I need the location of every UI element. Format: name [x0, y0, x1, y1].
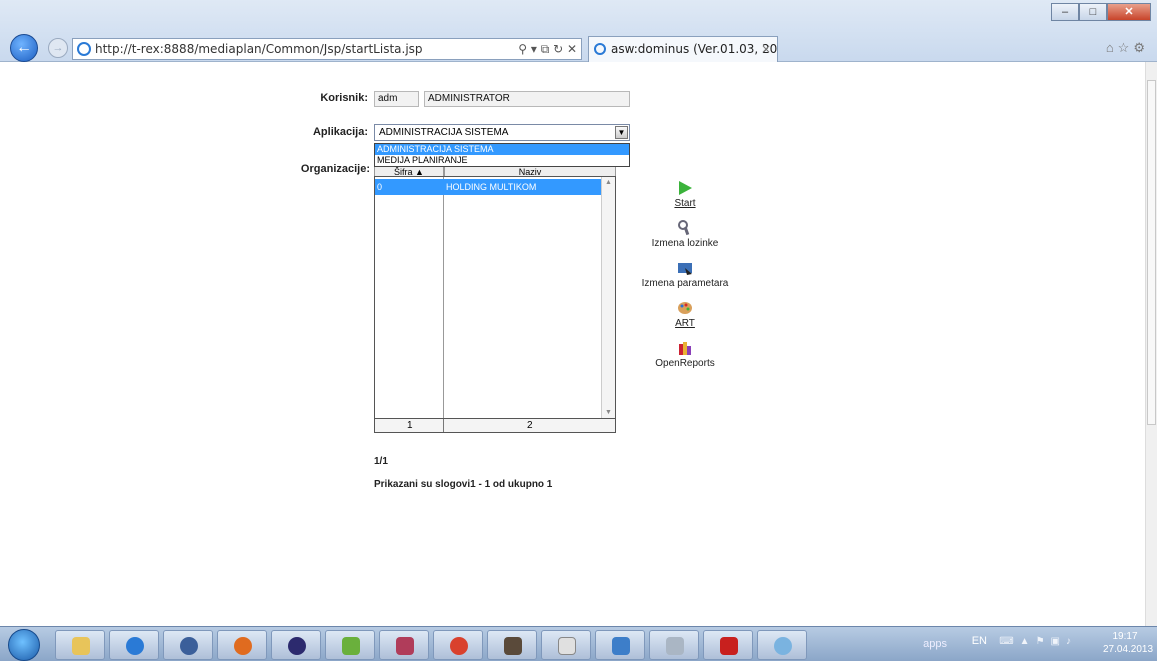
firefox-icon [234, 637, 252, 655]
address-bar[interactable]: http://t-rex:8888/mediaplan/Common/Jsp/s… [72, 38, 582, 60]
java-ide-icon [504, 637, 522, 655]
apps-label[interactable]: apps [923, 638, 947, 650]
palette-icon [678, 302, 692, 314]
network-icon [612, 637, 630, 655]
aplikacija-selected-value: ADMINISTRACIJA SISTEMA [379, 127, 509, 138]
taskbar-ie[interactable] [109, 630, 159, 660]
izmena-lozinke-button[interactable]: Izmena lozinke [642, 220, 728, 249]
start-button[interactable]: Start [657, 180, 713, 209]
art-label: ART [675, 318, 695, 329]
back-button[interactable]: ← [10, 34, 38, 62]
page-indicator: 1/1 [374, 456, 388, 467]
dropdown-option[interactable]: MEDIJA PLANIRANJE [375, 155, 629, 166]
izmena-lozinke-label: Izmena lozinke [651, 238, 719, 249]
chevron-down-icon[interactable]: ▼ [615, 126, 628, 139]
taskbar-paint[interactable] [757, 630, 807, 660]
grid-footer: 1 2 [374, 419, 616, 433]
records-summary: Prikazani su slogovi1 - 1 od ukupno 1 [374, 479, 553, 490]
ie-icon [126, 637, 144, 655]
tab-title: asw:dominus (Ver.01.03, 20... [611, 42, 778, 56]
scroll-down-icon[interactable]: ▼ [605, 409, 612, 416]
reports-icon [679, 342, 691, 355]
tray-icons[interactable]: ⌨▲⚑▣♪ [999, 636, 1077, 647]
minimize-button[interactable]: – [1051, 3, 1079, 21]
maximize-button[interactable]: □ [1079, 3, 1107, 21]
korisnik-code-field: adm [374, 91, 419, 107]
taskbar-java-ide[interactable] [487, 630, 537, 660]
taskbar-network[interactable] [595, 630, 645, 660]
taskbar-chrome[interactable] [433, 630, 483, 660]
play-icon [679, 181, 692, 195]
settings-icon [678, 263, 692, 275]
folder-icon [72, 637, 90, 655]
paint-icon [774, 637, 792, 655]
openreports-button[interactable]: OpenReports [645, 340, 725, 369]
taskbar-database[interactable] [379, 630, 429, 660]
izmena-parametara-button[interactable]: Izmena parametara [640, 260, 730, 289]
grid-scrollbar[interactable]: ▲ ▼ [601, 177, 615, 418]
row-sifra: 0 [377, 182, 383, 192]
browser-chrome: – □ ✕ ← → http://t-rex:8888/mediaplan/Co… [0, 0, 1157, 62]
organizacije-grid: 0 HOLDING MULTIKOM ▲ ▼ [374, 176, 616, 419]
grid-column-divider [443, 177, 444, 418]
taskbar-editor[interactable] [541, 630, 591, 660]
clock-date: 27.04.2013 [1103, 644, 1154, 655]
footer-col-1: 1 [407, 420, 413, 431]
tab-close-icon[interactable]: × [761, 37, 771, 61]
taskbar-firefox[interactable] [217, 630, 267, 660]
start-label: Start [674, 198, 696, 209]
scrollbar-thumb[interactable] [1147, 80, 1156, 425]
korisnik-label: Korisnik: [320, 92, 368, 104]
aplikacija-dropdown[interactable]: ADMINISTRACIJA SISTEMA MEDIJA PLANIRANJE [374, 143, 630, 167]
key-icon [678, 220, 690, 236]
art-button[interactable]: ART [657, 300, 713, 329]
editor-icon [558, 637, 576, 655]
taskbar-eclipse[interactable] [271, 630, 321, 660]
taskbar-thunderbird[interactable] [163, 630, 213, 660]
taskbar-calculator[interactable] [649, 630, 699, 660]
footer-divider [443, 419, 444, 432]
app-icon [342, 637, 360, 655]
ie-icon [77, 42, 91, 56]
openreports-label: OpenReports [655, 358, 715, 369]
chrome-icon [450, 637, 468, 655]
address-text: http://t-rex:8888/mediaplan/Common/Jsp/s… [95, 42, 423, 56]
organizacije-label: Organizacije: [300, 163, 370, 175]
dropdown-option[interactable]: ADMINISTRACIJA SISTEMA [375, 144, 629, 155]
page-scrollbar[interactable] [1145, 62, 1157, 626]
tab-ie-icon [594, 43, 606, 55]
address-tools-icon[interactable]: ⚲ ▾ ⧉ ↻ ✕ [518, 39, 577, 59]
table-row[interactable]: 0 HOLDING MULTIKOM [375, 179, 615, 195]
browser-tab[interactable]: asw:dominus (Ver.01.03, 20... × [588, 36, 778, 62]
forward-button[interactable]: → [48, 38, 68, 58]
start-menu-button[interactable] [8, 629, 40, 661]
window-controls: – □ ✕ [1051, 3, 1151, 21]
eclipse-icon [288, 637, 306, 655]
browser-toolbar-icons[interactable]: ⌂☆⚙ [1106, 40, 1149, 56]
footer-col-2: 2 [527, 420, 533, 431]
database-icon [396, 637, 414, 655]
aplikacija-select[interactable]: ADMINISTRACIJA SISTEMA ▼ [374, 124, 630, 141]
row-naziv: HOLDING MULTIKOM [446, 182, 537, 192]
close-window-button[interactable]: ✕ [1107, 3, 1151, 21]
mail-icon [180, 637, 198, 655]
taskbar: apps EN ⌨▲⚑▣♪ 19:17 27.04.2013 [0, 626, 1157, 661]
clock[interactable]: 19:17 27.04.2013 [1103, 630, 1154, 656]
pdf-icon [720, 637, 738, 655]
language-indicator[interactable]: EN [972, 635, 987, 647]
calculator-icon [666, 637, 684, 655]
scroll-up-icon[interactable]: ▲ [605, 179, 612, 186]
korisnik-name-field: ADMINISTRATOR [424, 91, 630, 107]
taskbar-explorer[interactable] [55, 630, 105, 660]
taskbar-acrobat[interactable] [703, 630, 753, 660]
izmena-parametara-label: Izmena parametara [641, 278, 729, 289]
taskbar-app-green[interactable] [325, 630, 375, 660]
clock-time: 19:17 [1112, 631, 1138, 642]
aplikacija-label: Aplikacija: [312, 126, 368, 138]
